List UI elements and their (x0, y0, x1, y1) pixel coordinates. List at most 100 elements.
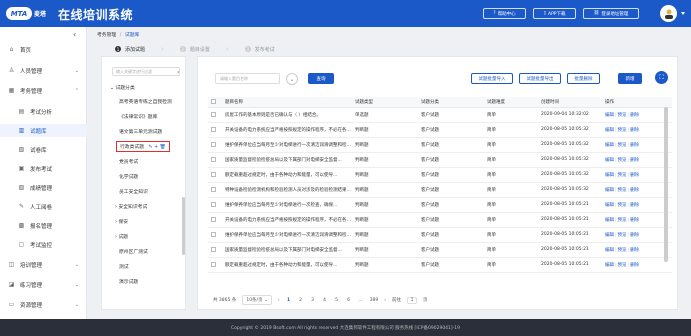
select-all-checkbox[interactable] (208, 97, 222, 108)
table-row[interactable]: 开关设备的电力系统应当严格按照规定的操作程序，不必在各操... 判断题 客户试题 简单… (208, 122, 672, 138)
row-checkbox[interactable] (208, 107, 222, 123)
tree-node[interactable]: › 安全知识考试 (115, 203, 147, 210)
table-row[interactable]: 额定载重超过规定时，由于各种动力和能量，可以使导... 判断题 客户试题 简单 2020… (208, 257, 672, 273)
page-ellipsis[interactable]: ... (358, 298, 364, 303)
tree-node[interactable]: 原州区广测试 (119, 248, 148, 255)
table-row[interactable]: 国家质量监督检验检疫总局以及下属部门对电梯安全监督... 判断题 客户试题 简单 202… (208, 242, 672, 258)
avatar[interactable] (660, 5, 677, 22)
table-row[interactable]: 特种设备检验检测机构和检验检测人员对涉及的检验检测结果... 判断题 客户试题 简单 2… (208, 182, 672, 198)
edit-link[interactable]: 编辑 (605, 233, 614, 238)
delete-link[interactable]: 删除 (630, 263, 639, 268)
sidebar-item-practice[interactable]: ◪ 练习管理 ⌄ (0, 278, 87, 291)
sidebar-item-training[interactable]: ◫ 培训管理 ⌄ (0, 258, 87, 271)
preview-link[interactable]: 预览 (618, 158, 627, 163)
sidebar-item-resources[interactable]: ▭ 资源管理 ⌄ (0, 298, 87, 311)
step-publish-exam[interactable]: 3 发布考试 (244, 46, 275, 53)
preview-link[interactable]: 预览 (618, 173, 627, 178)
page-button[interactable]: 6 (346, 298, 352, 303)
tree-node[interactable]: 高考英语专练之自我检测 (119, 98, 172, 105)
delete-link[interactable]: 删除 (630, 158, 639, 163)
edit-link[interactable]: 编辑 (605, 143, 614, 148)
edit-link[interactable]: 编辑 (605, 248, 614, 253)
batch-export-button[interactable]: 试题批量导出 (519, 73, 561, 84)
step-question-settings[interactable]: 2 题目设置 (179, 46, 210, 53)
table-scrollbar[interactable] (664, 107, 668, 262)
batch-delete-button[interactable]: 批量删除 (567, 73, 600, 84)
edit-link[interactable]: 编辑 (605, 203, 614, 208)
row-checkbox[interactable] (208, 167, 222, 183)
preview-link[interactable]: 预览 (618, 203, 627, 208)
delete-link[interactable]: 删除 (630, 248, 639, 253)
table-row[interactable]: 额定载重超过规定时，由于各种动力和能量，可以使导... 判断题 客户试题 简单 2020… (208, 167, 672, 183)
preview-link[interactable]: 预览 (618, 218, 627, 223)
sidebar-item-paper-bank[interactable]: ▧ 试卷库 (0, 143, 87, 156)
table-row[interactable]: 维护保养单位应当每月至少对电梯进行一次检查，确保... 判断题 客户试题 简单 2020… (208, 197, 672, 213)
table-row[interactable]: 房屋工作的基本原则是否已确认与（ ）相结合。 单选题 客户试题 简单 2020-09-0… (208, 107, 672, 123)
sidebar-item-question-bank[interactable]: ▥ 试题库 (0, 124, 87, 137)
tree-node[interactable]: 演示试题 (119, 278, 138, 285)
sidebar-item-publish-exam[interactable]: ▣ 发布考试 (0, 162, 87, 175)
help-center-button[interactable]: ? 帮助中心 (483, 8, 526, 19)
table-row[interactable]: 维护保养单位应当每月至少对电梯进行一次清洁润滑调整和检查... 判断题 客户试题 简单… (208, 227, 672, 243)
app-download-button[interactable]: ▯ APP下载 (533, 8, 576, 19)
delete-link[interactable]: 删除 (630, 143, 639, 148)
row-checkbox[interactable] (208, 197, 222, 213)
delete-link[interactable]: 删除 (630, 188, 639, 193)
tree-node[interactable]: 党员考试 (119, 158, 138, 165)
chevron-down-icon[interactable] (681, 12, 685, 15)
breadcrumb-parent[interactable]: 考务管理 (97, 33, 116, 38)
row-checkbox[interactable] (208, 137, 222, 153)
chevron-down-icon[interactable]: ⌄ (286, 73, 298, 85)
table-row[interactable]: 国家质量监督检验检疫总局以及下属部门对电梯安全监督... 判断题 客户试题 简单 202… (208, 152, 672, 168)
collapse-sidebar-icon[interactable]: ‹ (73, 30, 76, 39)
edit-link[interactable]: 编辑 (605, 218, 614, 223)
table-row[interactable]: 开关设备的电力系统应当严格按照规定的操作程序，不必在各操... 判断题 客户试题 简单… (208, 212, 672, 228)
delete-link[interactable]: 删除 (630, 113, 639, 118)
row-checkbox[interactable] (208, 122, 222, 138)
tree-node[interactable]: 员工安全知识 (119, 188, 148, 195)
tree-root[interactable]: ⌄ 试题分类 (110, 84, 135, 91)
login-address-button[interactable]: ⛓ 登录地址管理 (583, 8, 639, 19)
fullscreen-icon[interactable]: ⛶ (655, 71, 668, 84)
edit-link[interactable]: 编辑 (605, 188, 614, 193)
node-actions[interactable]: ✎ + 🗑 (149, 145, 166, 150)
tree-node[interactable]: 化学试题 (119, 173, 138, 180)
tree-node[interactable]: › 保安 (115, 218, 128, 225)
preview-link[interactable]: 预览 (618, 128, 627, 133)
tree-filter-input[interactable]: 输入关键字进行过滤 (112, 67, 180, 76)
tree-node[interactable]: 语文第三单元测试题 (119, 128, 162, 135)
tree-node[interactable]: 测试 (119, 263, 129, 270)
tree-node-selected[interactable]: 行政类试题 ✎ + 🗑 (116, 141, 170, 152)
delete-link[interactable]: 删除 (630, 233, 639, 238)
add-button[interactable]: 新增 (618, 73, 642, 84)
chevron-right-icon[interactable]: › (177, 69, 179, 76)
sidebar-item-scores[interactable]: ▨ 成绩管理 (0, 181, 87, 194)
table-row[interactable]: 维护保养单位应当每月至少对电梯进行一次清洁润滑调整和检查... 判断题 客户试题 简单… (208, 137, 672, 153)
delete-link[interactable]: 删除 (630, 173, 639, 178)
row-checkbox[interactable] (208, 257, 222, 273)
page-button[interactable]: 3 (310, 298, 316, 303)
sidebar-item-manual-grading[interactable]: ✎ 人工阅卷 (0, 200, 87, 213)
goto-page-input[interactable]: 1 (407, 296, 417, 304)
page-button[interactable]: 5 (334, 298, 340, 303)
edit-link[interactable]: 编辑 (605, 158, 614, 163)
tree-node[interactable]: › 试题 (115, 233, 128, 240)
sidebar-item-exam-analysis[interactable]: ▤ 考试分析 (0, 105, 87, 118)
preview-link[interactable]: 预览 (618, 263, 627, 268)
page-button[interactable]: 4 (322, 298, 328, 303)
row-checkbox[interactable] (208, 242, 222, 258)
tree-scrollbar[interactable] (182, 197, 185, 255)
edit-link[interactable]: 编辑 (605, 263, 614, 268)
preview-link[interactable]: 预览 (618, 248, 627, 253)
delete-link[interactable]: 删除 (630, 203, 639, 208)
preview-link[interactable]: 预览 (618, 233, 627, 238)
step-add-question[interactable]: 1 添加试题 (115, 46, 145, 53)
sidebar-item-registration[interactable]: ▩ 报名管理 (0, 219, 87, 232)
page-button[interactable]: 389 (370, 298, 379, 303)
row-checkbox[interactable] (208, 212, 222, 228)
prev-page-button[interactable]: ‹ (278, 298, 280, 303)
preview-link[interactable]: 预览 (618, 143, 627, 148)
page-size-select[interactable]: 10条/页 ⌄ (242, 295, 272, 305)
row-checkbox[interactable] (208, 152, 222, 168)
preview-link[interactable]: 预览 (618, 188, 627, 193)
